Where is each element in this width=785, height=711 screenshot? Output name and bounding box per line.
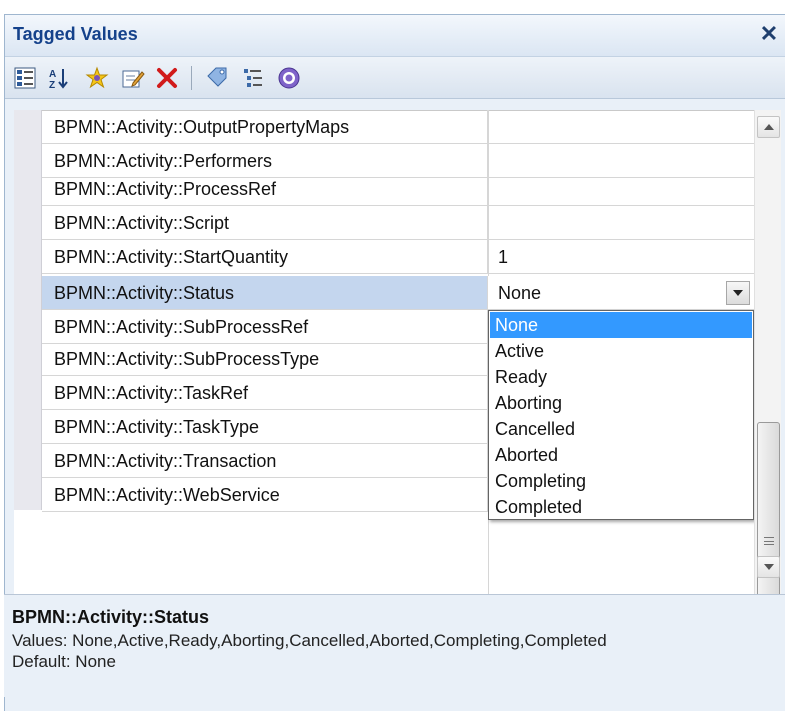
description-title: BPMN::Activity::Status — [12, 607, 210, 627]
tag-row[interactable]: BPMN::Activity::ProcessRef — [42, 172, 754, 206]
tag-row[interactable]: BPMN::Activity::Script — [42, 206, 754, 240]
tag-row[interactable]: BPMN::Activity::OutputPropertyMaps — [42, 110, 754, 144]
scroll-up-icon[interactable] — [757, 116, 780, 138]
edit-tag-icon[interactable] — [117, 62, 149, 94]
description-values: Values: None,Active,Ready,Aborting,Cance… — [12, 631, 607, 650]
tag-row[interactable]: BPMN::Activity::StartQuantity 1 — [42, 240, 754, 274]
dropdown-option-aborted[interactable]: Aborted — [490, 442, 752, 468]
description-default: Default: None — [12, 652, 116, 671]
tag-name: BPMN::Activity::ProcessRef — [42, 172, 488, 206]
tag-name: BPMN::Activity::TaskType — [42, 410, 488, 444]
tag-name: BPMN::Activity::SubProcessRef — [42, 310, 488, 344]
title-bar: Tagged Values ✕ — [5, 15, 785, 57]
tag-name: BPMN::Activity::Transaction — [42, 444, 488, 478]
dropdown-option-completed[interactable]: Completed — [490, 494, 752, 520]
tag-properties-icon[interactable] — [201, 62, 233, 94]
show-inherited-icon[interactable] — [237, 62, 269, 94]
close-icon[interactable]: ✕ — [757, 21, 781, 47]
window-title: Tagged Values — [13, 24, 138, 44]
help-icon[interactable] — [273, 62, 305, 94]
tag-value[interactable] — [488, 110, 754, 144]
vertical-scrollbar[interactable] — [754, 110, 781, 660]
delete-tag-icon[interactable] — [151, 62, 183, 94]
grip-icon — [763, 537, 774, 545]
tag-name: BPMN::Activity::SubProcessType — [42, 342, 488, 376]
tag-name: BPMN::Activity::Script — [42, 206, 488, 240]
tag-name: BPMN::Activity::TaskRef — [42, 376, 488, 410]
dropdown-option-ready[interactable]: Ready — [490, 364, 752, 390]
dropdown-option-completing[interactable]: Completing — [490, 468, 752, 494]
toolbar: A Z — [5, 57, 785, 99]
grid-gutter — [14, 110, 42, 510]
tag-value[interactable]: 1 — [488, 240, 754, 274]
tag-name: BPMN::Activity::WebService — [42, 478, 488, 512]
scroll-down-icon[interactable] — [757, 556, 780, 578]
tag-name: BPMN::Activity::OutputPropertyMaps — [42, 110, 488, 144]
tag-name: BPMN::Activity::Status — [42, 276, 488, 310]
tag-value[interactable] — [488, 206, 754, 240]
sort-alphabetical-icon[interactable]: A Z — [43, 62, 75, 94]
status-combo[interactable]: None — [488, 276, 754, 310]
status-dropdown-list: None Active Ready Aborting Cancelled Abo… — [488, 310, 754, 520]
dropdown-option-cancelled[interactable]: Cancelled — [490, 416, 752, 442]
tag-value[interactable] — [488, 172, 754, 206]
dropdown-option-active[interactable]: Active — [490, 338, 752, 364]
categorized-view-icon[interactable] — [9, 62, 41, 94]
new-tag-icon[interactable] — [81, 62, 113, 94]
dropdown-option-none[interactable]: None — [490, 312, 752, 338]
tag-name: BPMN::Activity::StartQuantity — [42, 240, 488, 274]
description-panel: BPMN::Activity::Status Values: None,Acti… — [4, 594, 785, 697]
toolbar-separator — [191, 66, 192, 90]
svg-text:Z: Z — [49, 80, 55, 90]
svg-text:A: A — [49, 69, 56, 80]
chevron-down-icon[interactable] — [726, 281, 750, 305]
status-combo-value: None — [498, 283, 542, 303]
dropdown-option-aborting[interactable]: Aborting — [490, 390, 752, 416]
